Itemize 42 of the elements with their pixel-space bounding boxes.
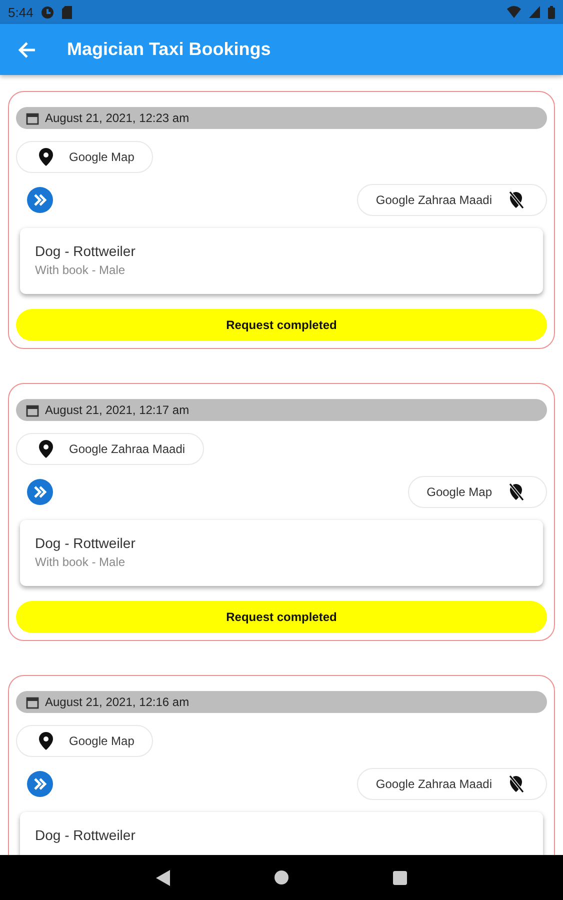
back-button[interactable] bbox=[17, 40, 37, 60]
status-button[interactable]: Request completed bbox=[16, 601, 547, 633]
pet-name: Dog - Rottweiler bbox=[35, 243, 136, 259]
pet-details: With book - Male bbox=[35, 555, 126, 569]
app-title: Magician Taxi Bookings bbox=[67, 39, 271, 60]
forward-button[interactable] bbox=[27, 479, 53, 505]
status-time: 5:44 bbox=[8, 4, 34, 20]
recents-nav-button[interactable] bbox=[393, 870, 407, 884]
booking-date: August 21, 2021, 12:16 am bbox=[45, 695, 190, 709]
location-pin-icon bbox=[39, 440, 53, 458]
pet-details: With book - Male bbox=[35, 263, 126, 277]
location-off-icon bbox=[508, 191, 524, 209]
home-nav-button[interactable] bbox=[274, 870, 289, 885]
circle-icon bbox=[41, 6, 54, 18]
pickup-location-button[interactable]: Google Map bbox=[16, 141, 154, 173]
pet-name: Dog - Rottweiler bbox=[35, 535, 136, 551]
signal-icon bbox=[529, 6, 540, 18]
forward-button[interactable] bbox=[27, 187, 53, 213]
sd-card-icon bbox=[62, 6, 72, 18]
dropoff-location-button[interactable]: Google Zahraa Maadi bbox=[356, 184, 547, 216]
wifi-icon bbox=[507, 6, 521, 18]
pickup-location-button[interactable]: Google Zahraa Maadi bbox=[16, 433, 204, 465]
calendar-icon bbox=[26, 112, 39, 124]
location-pin-icon bbox=[39, 148, 53, 166]
double-chevron-icon bbox=[33, 778, 47, 790]
status-button[interactable]: Request completed bbox=[16, 309, 547, 341]
booking-date: August 21, 2021, 12:17 am bbox=[45, 403, 190, 417]
pet-name: Dog - Rottweiler bbox=[35, 827, 136, 843]
dropoff-location-button[interactable]: Google Map bbox=[408, 476, 547, 508]
booking-date: August 21, 2021, 12:23 am bbox=[45, 111, 190, 125]
pickup-location-button[interactable]: Google Map bbox=[16, 725, 154, 757]
back-nav-button[interactable] bbox=[156, 870, 170, 886]
location-off-icon bbox=[508, 483, 524, 501]
double-chevron-icon bbox=[33, 194, 47, 206]
calendar-icon bbox=[26, 696, 39, 708]
battery-icon bbox=[548, 6, 555, 18]
dropoff-location-button[interactable]: Google Zahraa Maadi bbox=[356, 768, 547, 800]
forward-button[interactable] bbox=[27, 771, 53, 797]
location-off-icon bbox=[508, 775, 524, 793]
location-pin-icon bbox=[39, 732, 53, 750]
double-chevron-icon bbox=[33, 486, 47, 498]
calendar-icon bbox=[26, 404, 39, 416]
